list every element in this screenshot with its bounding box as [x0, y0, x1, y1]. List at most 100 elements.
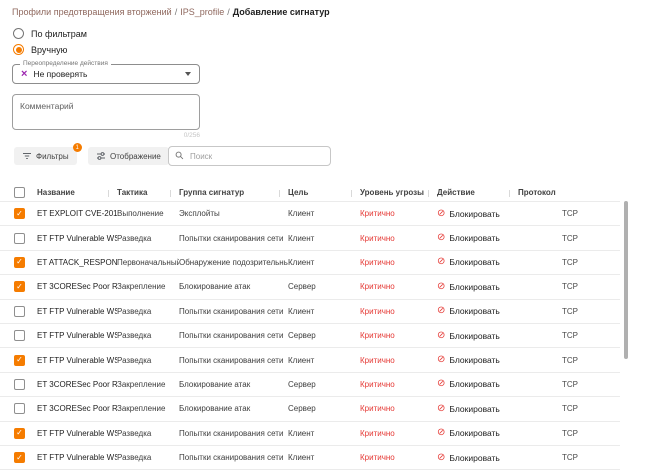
action-label: Блокировать — [449, 453, 499, 463]
action-label: Блокировать — [449, 233, 499, 243]
action-override-select[interactable]: Переопределение действия × Не проверять — [12, 64, 200, 84]
row-checkbox[interactable]: ✓ — [14, 208, 25, 219]
row-checkbox[interactable] — [14, 330, 25, 341]
search-icon — [175, 147, 184, 165]
target-cell: Сервер — [288, 331, 360, 340]
display-settings-button[interactable]: Отображение — [88, 147, 169, 165]
table-row[interactable]: ✓ ET ATTACK_RESPONSE I Первоначальный Об… — [0, 250, 620, 274]
radio-option-manual[interactable]: Вручную — [13, 44, 67, 55]
target-cell: Клиент — [288, 307, 360, 316]
table-row[interactable]: ET FTP Vulnerable WS_F Разведка Попытки … — [0, 299, 620, 323]
threat-level-cell: Критично — [360, 356, 437, 365]
target-cell: Клиент — [288, 429, 360, 438]
signature-group-cell: Блокирование атак — [179, 282, 288, 291]
row-checkbox[interactable]: ✓ — [14, 257, 25, 268]
table-row[interactable]: ET 3CORESec Poor Repu Закрепление Блокир… — [0, 372, 620, 396]
protocol-cell: TCP — [518, 356, 620, 365]
row-checkbox[interactable] — [14, 233, 25, 244]
radio-icon[interactable] — [13, 44, 24, 55]
block-icon: ⊘ — [437, 209, 445, 219]
filters-button[interactable]: Фильтры 1 — [14, 147, 77, 165]
table-row[interactable]: ✓ ET EXPLOIT CVE-2015-2 Выполнение Экспл… — [0, 201, 620, 225]
action-cell: ⊘ Блокировать — [437, 404, 518, 414]
target-cell: Сервер — [288, 380, 360, 389]
block-icon: ⊘ — [437, 331, 445, 341]
protocol-cell: TCP — [518, 380, 620, 389]
action-label: Блокировать — [449, 306, 499, 316]
signature-name: ET ATTACK_RESPONSE I — [37, 258, 117, 267]
table-row[interactable]: ✓ ET FTP Vulnerable WS_F Разведка Попытк… — [0, 421, 620, 445]
radio-label: По фильтрам — [31, 29, 87, 39]
radio-option-by-filters[interactable]: По фильтрам — [13, 28, 87, 39]
vertical-scrollbar[interactable] — [624, 201, 628, 359]
search-input[interactable] — [188, 151, 324, 162]
threat-level-cell: Критично — [360, 429, 437, 438]
threat-level-cell: Критично — [360, 209, 437, 218]
clear-icon[interactable]: × — [21, 69, 27, 80]
signature-name: ET 3CORESec Poor Repu — [37, 404, 117, 413]
column-header-protocol: Протокол — [509, 188, 620, 197]
table-row[interactable]: ET 3CORESec Poor Repu Закрепление Блокир… — [0, 396, 620, 420]
tactic-cell: Закрепление — [117, 282, 179, 291]
comment-field[interactable] — [12, 94, 200, 130]
row-checkbox[interactable]: ✓ — [14, 281, 25, 292]
action-label: Блокировать — [449, 355, 499, 365]
action-cell: ⊘ Блокировать — [437, 428, 518, 438]
signature-group-cell: Попытки сканирования сети — [179, 453, 288, 462]
block-icon: ⊘ — [437, 306, 445, 316]
tactic-cell: Разведка — [117, 331, 179, 340]
action-label: Блокировать — [449, 282, 499, 292]
table-row[interactable]: ✓ ET 3CORESec Poor Repu Закрепление Блок… — [0, 274, 620, 298]
protocol-cell: TCP — [518, 282, 620, 291]
protocol-cell: TCP — [518, 234, 620, 243]
row-checkbox[interactable] — [14, 306, 25, 317]
action-label: Блокировать — [449, 404, 499, 414]
radio-icon[interactable] — [13, 28, 24, 39]
breadcrumb-separator: / — [175, 7, 178, 17]
block-icon: ⊘ — [437, 404, 445, 414]
filter-icon — [22, 151, 32, 161]
tune-icon — [96, 151, 106, 161]
table-row[interactable]: ✓ ET FTP Vulnerable WS_F Разведка Попытк… — [0, 445, 620, 469]
tactic-cell: Закрепление — [117, 380, 179, 389]
page-title: Добавление сигнатур — [233, 7, 330, 17]
target-cell: Клиент — [288, 234, 360, 243]
breadcrumb-link-profile[interactable]: IPS_profile — [180, 7, 224, 17]
signature-name: ET FTP Vulnerable WS_F — [37, 429, 117, 438]
target-cell: Клиент — [288, 209, 360, 218]
filters-badge: 1 — [73, 143, 82, 152]
signature-group-cell: Обнаружение подозрительных ко — [179, 258, 288, 267]
chevron-down-icon — [185, 72, 191, 76]
signature-name: ET 3CORESec Poor Repu — [37, 380, 117, 389]
signature-name: ET FTP Vulnerable WS_F — [37, 307, 117, 316]
block-icon: ⊘ — [437, 428, 445, 438]
signature-name: ET FTP Vulnerable WS_F — [37, 453, 117, 462]
tactic-cell: Закрепление — [117, 404, 179, 413]
column-header-tactic: Тактика — [108, 188, 179, 197]
signature-name: ET 3CORESec Poor Repu — [37, 282, 117, 291]
signature-group-cell: Попытки сканирования сети — [179, 307, 288, 316]
block-icon: ⊘ — [437, 233, 445, 243]
table-row[interactable]: ET FTP Vulnerable WS_F Разведка Попытки … — [0, 225, 620, 249]
block-icon: ⊘ — [437, 282, 445, 292]
row-checkbox[interactable] — [14, 403, 25, 414]
block-icon: ⊘ — [437, 379, 445, 389]
char-counter: 0/256 — [12, 132, 200, 139]
action-label: Блокировать — [449, 257, 499, 267]
row-checkbox[interactable]: ✓ — [14, 355, 25, 366]
threat-level-cell: Критично — [360, 380, 437, 389]
breadcrumb-link-ips-profiles[interactable]: Профили предотвращения вторжений — [12, 7, 172, 17]
table-row[interactable]: ET FTP Vulnerable WS_F Разведка Попытки … — [0, 323, 620, 347]
threat-level-cell: Критично — [360, 282, 437, 291]
protocol-cell: TCP — [518, 404, 620, 413]
threat-level-cell: Критично — [360, 307, 437, 316]
table-row[interactable]: ✓ ET FTP Vulnerable WS_F Разведка Попытк… — [0, 347, 620, 371]
select-all-checkbox[interactable] — [14, 187, 25, 198]
row-checkbox[interactable]: ✓ — [14, 428, 25, 439]
display-button-label: Отображение — [110, 152, 161, 161]
signature-group-cell: Попытки сканирования сети — [179, 234, 288, 243]
row-checkbox[interactable]: ✓ — [14, 452, 25, 463]
tactic-cell: Выполнение — [117, 209, 179, 218]
action-cell: ⊘ Блокировать — [437, 453, 518, 463]
row-checkbox[interactable] — [14, 379, 25, 390]
